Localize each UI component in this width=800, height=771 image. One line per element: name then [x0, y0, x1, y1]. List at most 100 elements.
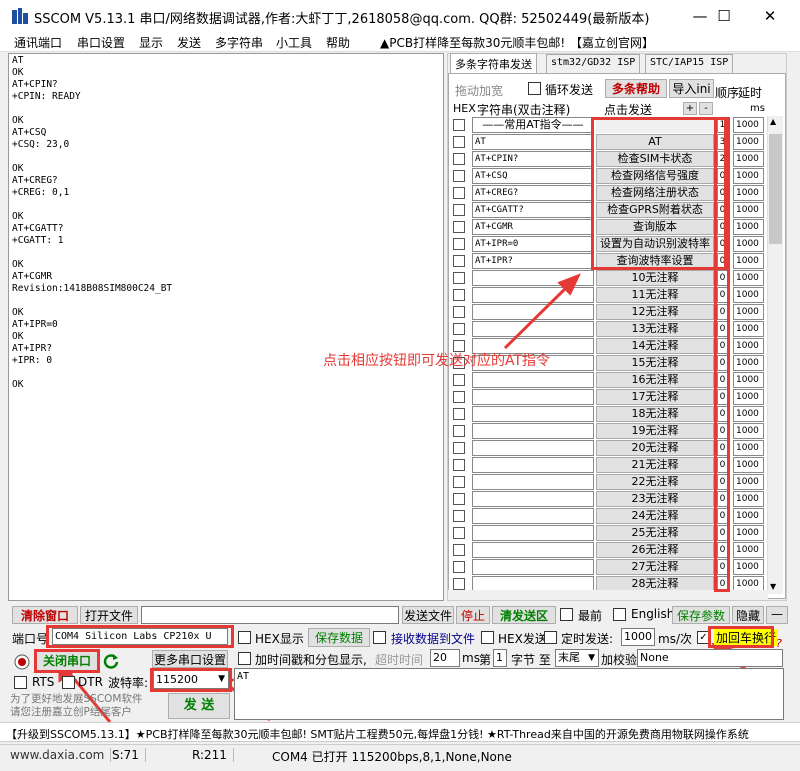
scroll-thumb[interactable] — [769, 134, 782, 244]
row-delay-input[interactable]: 1000 — [733, 236, 764, 252]
row-hex-checkbox[interactable] — [453, 578, 465, 590]
row-hex-checkbox[interactable] — [453, 425, 465, 437]
row-hex-checkbox[interactable] — [453, 272, 465, 284]
row-order-input[interactable]: 0 — [717, 474, 728, 490]
scroll-down-icon[interactable]: ▼ — [770, 582, 776, 591]
row-delay-input[interactable]: 1000 — [733, 559, 764, 575]
row-command-input[interactable] — [472, 321, 594, 337]
baud-select[interactable]: 115200 ▼ — [153, 670, 229, 689]
row-order-input[interactable]: 2 — [717, 151, 728, 167]
checksum-select[interactable]: None — [637, 649, 783, 667]
row-send-button[interactable]: 26无注释 — [596, 542, 714, 558]
menu-jlc-link[interactable]: 【嘉立创官网】 — [570, 34, 654, 51]
row-order-input[interactable]: 1 — [717, 117, 728, 133]
refresh-icon[interactable] — [103, 653, 119, 669]
row-order-input[interactable]: 0 — [717, 168, 728, 184]
status-site[interactable]: www.daxia.com — [10, 748, 112, 762]
row-send-button[interactable] — [596, 117, 714, 133]
row-command-input[interactable] — [472, 525, 594, 541]
row-command-input[interactable] — [472, 406, 594, 422]
import-ini-button[interactable]: 导入ini — [669, 79, 714, 98]
row-hex-checkbox[interactable] — [453, 374, 465, 386]
row-hex-checkbox[interactable] — [453, 510, 465, 522]
remove-row-button[interactable]: - — [699, 102, 713, 115]
row-delay-input[interactable]: 1000 — [733, 287, 764, 303]
row-hex-checkbox[interactable] — [453, 289, 465, 301]
row-send-button[interactable]: 27无注释 — [596, 559, 714, 575]
maximize-button[interactable]: ☐ — [704, 4, 744, 28]
row-command-input[interactable] — [472, 474, 594, 490]
row-delay-input[interactable]: 1000 — [733, 406, 764, 422]
row-delay-input[interactable]: 1000 — [733, 372, 764, 388]
row-hex-checkbox[interactable] — [453, 391, 465, 403]
row-order-input[interactable]: 0 — [717, 508, 728, 524]
menu-send[interactable]: 发送 — [177, 34, 201, 51]
row-order-input[interactable]: 0 — [717, 372, 728, 388]
row-hex-checkbox[interactable] — [453, 136, 465, 148]
baud-dropdown-icon[interactable]: ▼ — [218, 671, 225, 688]
menu-tools[interactable]: 小工具 — [276, 34, 312, 51]
loop-send-checkbox[interactable] — [528, 82, 541, 95]
row-delay-input[interactable]: 1000 — [733, 542, 764, 558]
row-send-button[interactable]: 15无注释 — [596, 355, 714, 371]
row-delay-input[interactable]: 1000 — [733, 151, 764, 167]
row-hex-checkbox[interactable] — [453, 561, 465, 573]
row-send-button[interactable]: 22无注释 — [596, 474, 714, 490]
row-send-button[interactable]: 10无注释 — [596, 270, 714, 286]
row-hex-checkbox[interactable] — [453, 187, 465, 199]
row-command-input[interactable]: AT+IPR? — [472, 253, 594, 269]
row-send-button[interactable]: 检查GPRS附着状态 — [596, 202, 714, 218]
rts-checkbox[interactable] — [14, 676, 27, 689]
row-send-button[interactable]: 19无注释 — [596, 423, 714, 439]
row-send-button[interactable]: AT — [596, 134, 714, 150]
row-command-input[interactable]: AT+CSQ — [472, 168, 594, 184]
timed-send-checkbox[interactable] — [544, 631, 557, 644]
row-delay-input[interactable]: 1000 — [733, 253, 764, 269]
tab-multi-string[interactable]: 多条字符串发送 — [450, 53, 537, 73]
row-order-input[interactable]: 0 — [717, 355, 728, 371]
row-hex-checkbox[interactable] — [453, 408, 465, 420]
row-send-button[interactable]: 14无注释 — [596, 338, 714, 354]
row-command-input[interactable] — [472, 508, 594, 524]
scroll-up-icon[interactable]: ▲ — [770, 117, 776, 126]
row-order-input[interactable]: 0 — [717, 491, 728, 507]
row-order-input[interactable]: 0 — [717, 542, 728, 558]
row-send-button[interactable]: 24无注释 — [596, 508, 714, 524]
rows-scrollbar[interactable]: ▲ ▼ — [767, 116, 783, 594]
send-file-button[interactable]: 发送文件 — [402, 606, 454, 624]
row-hex-checkbox[interactable] — [453, 238, 465, 250]
row-send-button[interactable]: 20无注释 — [596, 440, 714, 456]
row-command-input[interactable]: AT+CGATT? — [472, 202, 594, 218]
timeout-input[interactable]: 20 — [430, 649, 460, 667]
row-send-button[interactable]: 13无注释 — [596, 321, 714, 337]
row-order-input[interactable]: 0 — [717, 559, 728, 575]
row-command-input[interactable]: AT+CPIN? — [472, 151, 594, 167]
row-order-input[interactable]: 0 — [717, 236, 728, 252]
menu-comm-port[interactable]: 通讯端口 — [14, 34, 62, 51]
row-send-button[interactable]: 16无注释 — [596, 372, 714, 388]
collapse-button[interactable]: — — [766, 606, 788, 624]
row-hex-checkbox[interactable] — [453, 442, 465, 454]
row-delay-input[interactable]: 1000 — [733, 134, 764, 150]
row-send-button[interactable]: 17无注释 — [596, 389, 714, 405]
clear-window-button[interactable]: 清除窗口 — [12, 606, 78, 624]
row-order-input[interactable]: 0 — [717, 389, 728, 405]
add-crlf-checkbox[interactable]: ✓ — [697, 631, 710, 644]
add-row-button[interactable]: + — [683, 102, 697, 115]
row-command-input[interactable] — [472, 423, 594, 439]
open-file-button[interactable]: 打开文件 — [80, 606, 138, 624]
end-dropdown-icon[interactable]: ▼ — [588, 650, 595, 666]
row-command-input[interactable] — [472, 559, 594, 575]
row-command-input[interactable]: AT+IPR=0 — [472, 236, 594, 252]
row-command-input[interactable] — [472, 287, 594, 303]
horizontal-scrollbar[interactable] — [448, 590, 768, 600]
recv-to-file-checkbox[interactable] — [373, 631, 386, 644]
menu-pcb-promo[interactable]: ▲PCB打样降至每款30元顺丰包邮! — [380, 34, 565, 51]
send-textarea[interactable]: AT — [234, 668, 784, 720]
topmost-checkbox[interactable] — [560, 608, 573, 621]
save-data-button[interactable]: 保存数据 — [308, 628, 370, 647]
row-order-input[interactable]: 0 — [717, 270, 728, 286]
more-port-settings-button[interactable]: 更多串口设置 — [152, 650, 228, 668]
row-command-input[interactable] — [472, 270, 594, 286]
row-command-input[interactable] — [472, 304, 594, 320]
